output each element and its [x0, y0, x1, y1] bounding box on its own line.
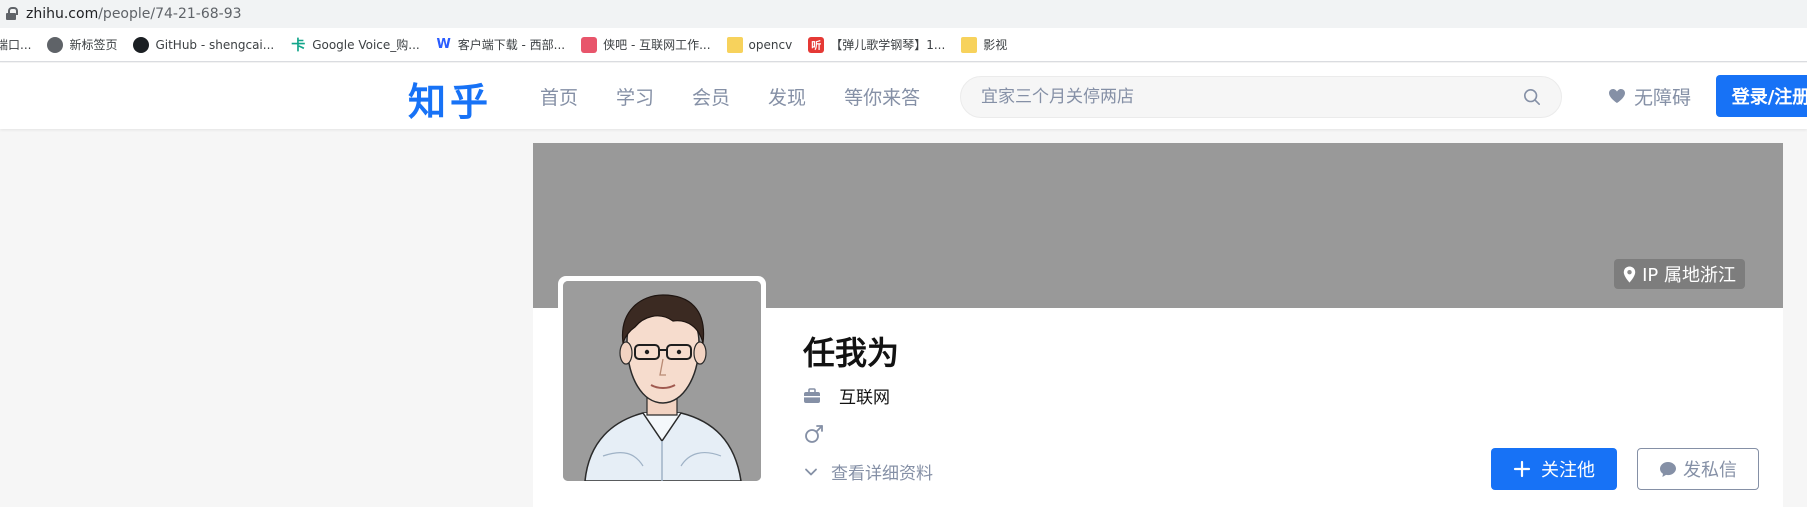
ip-location-text: IP 属地浙江 — [1642, 265, 1736, 286]
browser-address-bar[interactable]: zhihu.com/people/74-21-68-93 — [0, 0, 1807, 28]
chevron-down-icon — [805, 468, 817, 475]
nav-waiting-answers[interactable]: 等你来答 — [844, 83, 920, 110]
gender-row — [803, 423, 825, 445]
globe-icon — [47, 36, 64, 53]
nav-home[interactable]: 首页 — [540, 83, 578, 110]
bookmark-item[interactable]: 影视 — [961, 36, 1007, 53]
search-input[interactable] — [981, 77, 1501, 117]
bookmark-label: opencv — [748, 37, 793, 52]
profile-card: IP 属地浙江 任我为 互联网 查看详细资料 关注他 发私信 — [533, 143, 1783, 507]
bookmark-item[interactable]: W 客户端下载 - 西部... — [436, 36, 566, 53]
briefcase-icon — [804, 387, 820, 403]
location-pin-icon — [1623, 266, 1636, 282]
folder-icon — [726, 36, 743, 53]
male-icon — [805, 425, 823, 443]
search-icon[interactable] — [1523, 88, 1541, 106]
bookmark-label: 影视 — [983, 38, 1008, 52]
avatar[interactable] — [563, 281, 761, 481]
nav-learn[interactable]: 学习 — [616, 83, 654, 110]
bookmark-label: 端口... — [0, 38, 32, 52]
chat-bubble-icon — [1660, 461, 1676, 477]
bookmark-item[interactable]: opencv — [726, 36, 793, 53]
lock-icon — [6, 7, 18, 21]
bookmark-label: 侠吧 - 互联网工作... — [603, 38, 711, 52]
follow-button[interactable]: 关注他 — [1491, 448, 1617, 490]
accessibility-link[interactable]: 无障碍 — [1608, 63, 1691, 129]
bookmark-label: 【弹儿歌学钢琴】1... — [830, 38, 946, 52]
bookmark-item[interactable]: 端口... — [0, 36, 31, 53]
github-icon — [133, 36, 150, 53]
avatar-frame — [558, 276, 766, 486]
follow-label: 关注他 — [1541, 460, 1595, 481]
w-icon: W — [436, 37, 451, 52]
url-text[interactable]: zhihu.com/people/74-21-68-93 — [26, 6, 242, 22]
send-message-label: 发私信 — [1683, 460, 1737, 481]
bookmark-label: 客户端下载 - 西部... — [457, 38, 566, 52]
ting-icon: 听 — [808, 36, 825, 53]
bookmark-item[interactable]: 听 【弹儿歌学钢琴】1... — [808, 36, 945, 53]
heart-icon — [1609, 89, 1625, 103]
zhihu-logo[interactable]: 知乎 — [408, 71, 492, 126]
view-details-label: 查看详细资料 — [831, 464, 933, 484]
login-register-button[interactable]: 登录/注册 — [1716, 75, 1807, 117]
nav-discover[interactable]: 发现 — [768, 83, 806, 110]
bookmark-item[interactable]: GitHub - shengcai... — [133, 36, 275, 53]
bookmark-item[interactable]: 卡 Google Voice_购... — [290, 36, 420, 54]
search-box — [960, 76, 1562, 118]
plus-icon — [1513, 460, 1531, 478]
bookmark-label: 新标签页 — [69, 38, 118, 52]
bookmark-item[interactable]: 新标签页 — [47, 36, 117, 53]
bookmark-item[interactable]: 侠吧 - 互联网工作... — [581, 36, 711, 53]
accessibility-label: 无障碍 — [1634, 86, 1692, 109]
view-details-link[interactable]: 查看详细资料 — [803, 459, 933, 484]
industry-text: 互联网 — [839, 388, 890, 408]
bookmarks-bar: 端口... 新标签页 GitHub - shengcai... 卡 Google… — [0, 28, 1807, 62]
send-message-button[interactable]: 发私信 — [1637, 448, 1759, 490]
bookmark-label: GitHub - shengcai... — [155, 37, 275, 52]
robot-icon — [581, 36, 598, 53]
url-path: /people/74-21-68-93 — [98, 6, 242, 22]
google-voice-icon: 卡 — [291, 37, 306, 54]
avatar-illustration — [563, 281, 761, 481]
bookmark-label: Google Voice_购... — [312, 38, 420, 52]
folder-icon — [961, 36, 978, 53]
profile-name: 任我为 — [803, 334, 900, 372]
nav-vip[interactable]: 会员 — [692, 83, 730, 110]
site-header: 知乎 首页 学习 会员 发现 等你来答 无障碍 登录/注册 — [0, 63, 1807, 129]
ip-location-badge: IP 属地浙江 — [1614, 259, 1745, 289]
industry-row: 互联网 — [803, 383, 890, 408]
url-host: zhihu.com — [26, 6, 99, 22]
main-nav: 首页 学习 会员 发现 等你来答 — [540, 63, 958, 129]
